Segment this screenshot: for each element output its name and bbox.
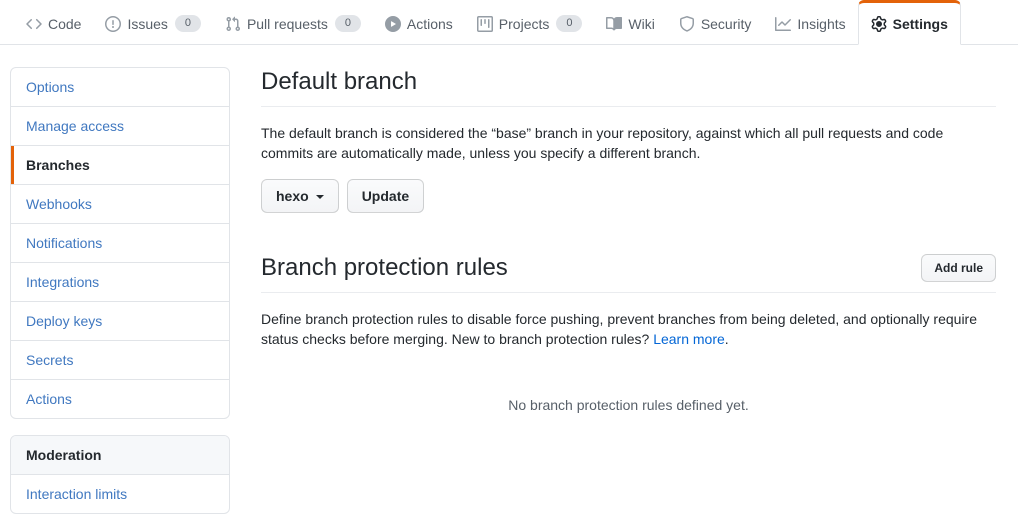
nav-tab-projects[interactable]: Projects 0 xyxy=(465,0,595,44)
git-pull-request-icon xyxy=(225,16,241,32)
branch-protection-description-tail: . xyxy=(725,331,729,347)
default-branch-controls: hexo Update xyxy=(261,179,996,213)
shield-icon xyxy=(679,16,695,32)
nav-tab-label: Insights xyxy=(797,16,845,31)
default-branch-description: The default branch is considered the “ba… xyxy=(261,123,996,163)
sidebar-group-heading-moderation: Moderation xyxy=(11,436,229,475)
default-branch-name: hexo xyxy=(276,186,309,206)
page-title: Default branch xyxy=(261,67,417,97)
projects-count-badge: 0 xyxy=(556,15,582,32)
nav-tab-pull-requests[interactable]: Pull requests 0 xyxy=(213,0,373,44)
book-icon xyxy=(606,16,622,32)
sidebar-item-integrations[interactable]: Integrations xyxy=(11,263,229,302)
default-branch-header: Default branch xyxy=(261,67,996,107)
settings-menu-moderation: Moderation Interaction limits xyxy=(10,435,230,514)
sidebar-item-options[interactable]: Options xyxy=(11,68,229,107)
empty-state-message: No branch protection rules defined yet. xyxy=(508,397,748,413)
chevron-down-icon xyxy=(316,195,324,199)
gear-icon xyxy=(871,16,887,32)
settings-sidebar: Options Manage access Branches Webhooks … xyxy=(10,67,230,514)
sidebar-item-branches[interactable]: Branches xyxy=(11,146,229,185)
nav-tab-label: Actions xyxy=(407,16,453,31)
sidebar-item-actions[interactable]: Actions xyxy=(11,380,229,418)
nav-tab-label: Wiki xyxy=(628,16,654,31)
nav-tab-label: Pull requests xyxy=(247,16,328,31)
sidebar-item-deploy-keys[interactable]: Deploy keys xyxy=(11,302,229,341)
play-icon xyxy=(385,16,401,32)
sidebar-item-label: Secrets xyxy=(26,352,73,368)
sidebar-item-webhooks[interactable]: Webhooks xyxy=(11,185,229,224)
nav-tab-label: Projects xyxy=(499,16,550,31)
sidebar-item-label: Deploy keys xyxy=(26,313,102,329)
sidebar-item-label: Actions xyxy=(26,391,72,407)
branch-protection-empty-state: No branch protection rules defined yet. xyxy=(261,349,996,415)
sidebar-item-notifications[interactable]: Notifications xyxy=(11,224,229,263)
nav-tab-label: Code xyxy=(48,16,81,31)
sidebar-item-label: Interaction limits xyxy=(26,486,127,502)
add-rule-button[interactable]: Add rule xyxy=(921,254,996,282)
nav-tab-security[interactable]: Security xyxy=(667,0,764,44)
nav-tab-insights[interactable]: Insights xyxy=(763,0,857,44)
sidebar-item-secrets[interactable]: Secrets xyxy=(11,341,229,380)
settings-menu-primary: Options Manage access Branches Webhooks … xyxy=(10,67,230,419)
sidebar-item-label: Integrations xyxy=(26,274,99,290)
nav-tab-wiki[interactable]: Wiki xyxy=(594,0,666,44)
project-icon xyxy=(477,16,493,32)
default-branch-select-button[interactable]: hexo xyxy=(261,179,339,213)
nav-tab-code[interactable]: Code xyxy=(14,0,93,44)
branch-protection-description: Define branch protection rules to disabl… xyxy=(261,309,996,349)
code-icon xyxy=(26,16,42,32)
sidebar-item-label: Webhooks xyxy=(26,196,92,212)
page-body: Options Manage access Branches Webhooks … xyxy=(0,45,1018,514)
branch-protection-header: Branch protection rules Add rule xyxy=(261,253,996,293)
branch-protection-title: Branch protection rules xyxy=(261,253,508,283)
pull-requests-count-badge: 0 xyxy=(335,15,361,32)
nav-tab-actions[interactable]: Actions xyxy=(373,0,465,44)
nav-tab-label: Settings xyxy=(893,16,948,31)
sidebar-item-label: Branches xyxy=(26,157,90,173)
main-content: Default branch The default branch is con… xyxy=(261,67,996,514)
default-branch-section: Default branch The default branch is con… xyxy=(261,67,996,213)
learn-more-link[interactable]: Learn more xyxy=(653,331,725,347)
nav-tab-label: Issues xyxy=(127,16,167,31)
sidebar-item-manage-access[interactable]: Manage access xyxy=(11,107,229,146)
graph-icon xyxy=(775,16,791,32)
sidebar-item-label: Manage access xyxy=(26,118,124,134)
add-rule-button-label: Add rule xyxy=(934,259,983,277)
repository-nav: Code Issues 0 Pull requests 0 Actions Pr… xyxy=(0,0,1018,45)
sidebar-item-label: Options xyxy=(26,79,74,95)
sidebar-item-interaction-limits[interactable]: Interaction limits xyxy=(11,475,229,513)
branch-protection-section: Branch protection rules Add rule Define … xyxy=(261,253,996,415)
nav-tab-label: Security xyxy=(701,16,752,31)
update-default-branch-button[interactable]: Update xyxy=(347,179,424,213)
update-button-label: Update xyxy=(362,186,409,206)
issue-icon xyxy=(105,16,121,32)
issues-count-badge: 0 xyxy=(175,15,201,32)
section-spacer xyxy=(261,213,996,253)
sidebar-item-label: Notifications xyxy=(26,235,102,251)
branch-protection-description-text: Define branch protection rules to disabl… xyxy=(261,311,977,347)
nav-tab-settings[interactable]: Settings xyxy=(858,0,961,45)
nav-tab-issues[interactable]: Issues 0 xyxy=(93,0,212,44)
